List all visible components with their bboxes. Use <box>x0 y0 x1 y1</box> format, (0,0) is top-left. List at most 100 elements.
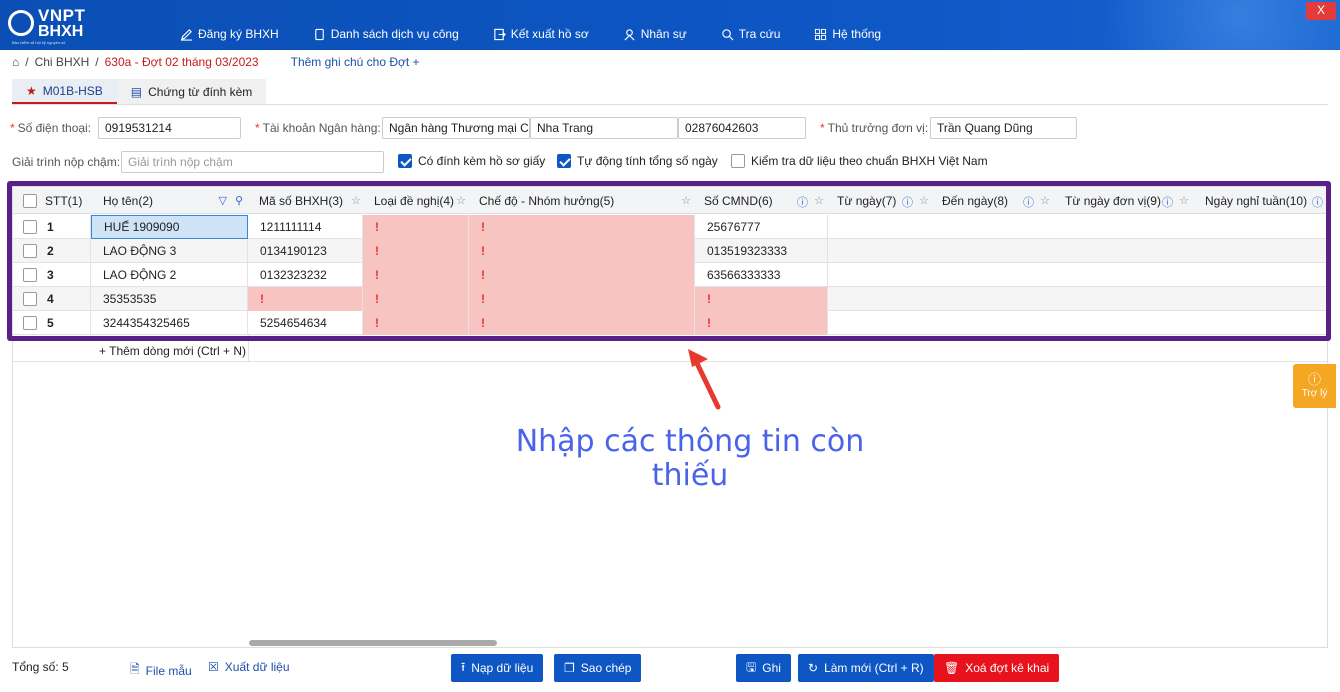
pin-icon[interactable]: ⚲ <box>235 194 243 207</box>
row-checkbox[interactable] <box>23 316 37 330</box>
breadcrumb-level1[interactable]: Chi BHXH <box>35 55 90 69</box>
pin-icon[interactable]: ☆ <box>1040 194 1050 207</box>
stt-value: 3 <box>47 268 54 282</box>
tab-m01b-hsb[interactable]: ★ M01B-HSB <box>12 79 117 104</box>
cell-loai-error[interactable]: ! <box>363 287 469 311</box>
cell-chedo-error[interactable]: ! <box>469 287 695 311</box>
cell-bhxh-error[interactable]: ! <box>248 287 363 311</box>
info-icon[interactable]: ⓘ <box>1023 194 1034 210</box>
logo-text-bottom: BHXH <box>38 23 84 40</box>
cell-bhxh[interactable]: 0134190123 <box>248 239 363 263</box>
header-loai-de-nghi[interactable]: Loại đề nghị(4) ☆ <box>368 187 472 214</box>
copy-button[interactable]: ❐ Sao chép <box>554 654 642 682</box>
tab-chung-tu-dinh-kem[interactable]: ▤ Chứng từ đính kèm <box>116 79 267 104</box>
annotation-line1: Nhập các thông tin còn <box>515 424 865 459</box>
attach-paper-checkbox[interactable]: Có đính kèm hồ sơ giấy <box>398 154 545 168</box>
breadcrumb-separator: / <box>95 55 99 69</box>
auto-total-checkbox[interactable]: Tự động tính tổng số ngày <box>557 154 718 168</box>
nav-ket-xuat-ho-so[interactable]: Kết xuất hồ sơ <box>493 27 589 41</box>
validate-standard-checkbox[interactable]: Kiểm tra dữ liệu theo chuẩn BHXH Việt Na… <box>731 154 988 168</box>
cell-cmnd-error[interactable]: ! <box>695 311 828 335</box>
late-explanation-input[interactable]: Giải trình nộp chậm <box>121 151 384 173</box>
pin-icon[interactable]: ☆ <box>456 194 466 207</box>
nav-nhan-su[interactable]: Nhân sự <box>623 27 687 41</box>
nav-tra-cuu[interactable]: Tra cứu <box>721 27 780 41</box>
button-label: Xoá đợt kê khai <box>965 661 1050 675</box>
cell-cmnd[interactable]: 25676777 <box>695 215 828 239</box>
plus-icon: + <box>412 55 420 69</box>
cell-chedo-error[interactable]: ! <box>469 215 695 239</box>
cell-loai-error[interactable]: ! <box>363 311 469 335</box>
reset-button[interactable]: ↻ Làm mới (Ctrl + R) <box>798 654 934 682</box>
header-den-ngay[interactable]: Đến ngày(8) ⓘ ☆ <box>936 187 1056 214</box>
save-button[interactable]: 🖫 Ghi <box>736 654 791 682</box>
cell-cmnd[interactable]: 63566333333 <box>695 263 828 287</box>
cell-bhxh[interactable]: 0132323232 <box>248 263 363 287</box>
nav-danh-sach-dich-vu-cong[interactable]: Danh sách dịch vụ công <box>313 27 459 41</box>
table-row[interactable]: 4 35353535 ! ! ! ! <box>13 287 1329 311</box>
cell-loai-error[interactable]: ! <box>363 239 469 263</box>
info-icon[interactable]: ⓘ <box>902 194 913 210</box>
table-row[interactable]: 3 LAO ĐỘNG 2 0132323232 ! ! 63566333333 <box>13 263 1329 287</box>
home-icon[interactable]: ⌂ <box>12 55 19 69</box>
select-all-checkbox[interactable] <box>23 193 37 208</box>
bank-branch-field[interactable]: Nha Trang <box>530 117 678 139</box>
row-checkbox[interactable] <box>23 220 37 234</box>
cell-name[interactable]: HUẾ 1909090 <box>91 215 248 239</box>
assistant-button[interactable]: ⓘ Trợ lý <box>1293 364 1336 408</box>
header-stt[interactable]: STT(1) <box>13 187 93 214</box>
info-icon[interactable]: ⓘ <box>797 194 808 210</box>
row-checkbox[interactable] <box>23 244 37 258</box>
table-row[interactable]: 1 HUẾ 1909090 1211111114 ! ! 25676777 <box>13 215 1329 239</box>
cell-bhxh[interactable]: 5254654634 <box>248 311 363 335</box>
cell-name[interactable]: LAO ĐỘNG 2 <box>91 263 248 287</box>
bank-account-field[interactable]: 02876042603 <box>678 117 806 139</box>
cell-chedo-error[interactable]: ! <box>469 239 695 263</box>
load-data-button[interactable]: ⭱ Nạp dữ liệu <box>451 654 544 682</box>
row-checkbox[interactable] <box>23 268 37 282</box>
filter-icon[interactable]: ▽ <box>219 194 227 207</box>
cell-bhxh[interactable]: 1211111114 <box>248 215 363 239</box>
header-tu-ngay[interactable]: Từ ngày(7) ⓘ ☆ <box>831 187 935 214</box>
vnpt-bhxh-logo[interactable]: VNPT BHXH Bảo hiểm xã hội kỹ nguyên số <box>8 4 108 45</box>
header-ho-ten[interactable]: Họ tên(2) ▽ ⚲ <box>97 187 249 214</box>
checkbox-label: Có đính kèm hồ sơ giấy <box>418 154 546 168</box>
header-tu-ngay-don-vi[interactable]: Từ ngày đơn vị(9) ⓘ ☆ <box>1059 187 1195 214</box>
header-che-do[interactable]: Chế độ - Nhóm hưởng(5) ☆ <box>473 187 697 214</box>
cell-chedo-error[interactable]: ! <box>469 311 695 335</box>
header-ma-so-bhxh[interactable]: Mã số BHXH(3) ☆ <box>253 187 367 214</box>
header-ngay-nghi-tuan[interactable]: Ngày nghỉ tuần(10) ⓘ <box>1199 187 1329 214</box>
cell-cmnd-error[interactable]: ! <box>695 287 828 311</box>
cell-loai-error[interactable]: ! <box>363 215 469 239</box>
info-icon[interactable]: ⓘ <box>1162 194 1173 210</box>
pin-icon[interactable]: ☆ <box>814 194 824 207</box>
cell-name[interactable]: 35353535 <box>91 287 248 311</box>
header-so-cmnd[interactable]: Số CMND(6) ⓘ ☆ <box>698 187 830 214</box>
nav-he-thong[interactable]: Hệ thống <box>814 27 881 41</box>
info-icon[interactable]: ⓘ <box>1312 194 1323 210</box>
cell-loai-error[interactable]: ! <box>363 263 469 287</box>
cell-cmnd[interactable]: 013519323333 <box>695 239 828 263</box>
delete-batch-button[interactable]: 🗑 Xoá đợt kê khai <box>934 654 1060 682</box>
cell-chedo-error[interactable]: ! <box>469 263 695 287</box>
cell-name[interactable]: LAO ĐỘNG 3 <box>91 239 248 263</box>
bank-name-field[interactable]: Ngân hàng Thương mại Cổ <box>382 117 530 139</box>
table-row[interactable]: 2 LAO ĐỘNG 3 0134190123 ! ! 013519323333 <box>13 239 1329 263</box>
pin-icon[interactable]: ☆ <box>351 194 361 207</box>
add-note-link[interactable]: Thêm ghi chú cho Đợt + <box>291 55 420 69</box>
export-data-link[interactable]: ☒ Xuất dữ liệu <box>208 660 290 674</box>
row-checkbox[interactable] <box>23 292 37 306</box>
pin-icon[interactable]: ☆ <box>1179 194 1189 207</box>
horizontal-scrollbar[interactable] <box>249 640 497 646</box>
pin-icon[interactable]: ☆ <box>919 194 929 207</box>
close-button[interactable]: X <box>1306 2 1336 20</box>
nav-dang-ky-bhxh[interactable]: Đăng ký BHXH <box>180 27 279 41</box>
add-row-button[interactable]: + Thêm dòng mới (Ctrl + N) <box>99 344 246 358</box>
template-file-link[interactable]: 🗎 File mẫu <box>130 660 192 681</box>
head-field[interactable]: Trần Quang Dũng <box>930 117 1077 139</box>
cell-name[interactable]: 3244354325465 <box>91 311 248 335</box>
phone-field[interactable]: 0919531214 <box>98 117 241 139</box>
bank-label-text: Tài khoản Ngân hàng <box>262 121 378 135</box>
table-row[interactable]: 5 3244354325465 5254654634 ! ! ! <box>13 311 1329 335</box>
pin-icon[interactable]: ☆ <box>681 194 691 207</box>
